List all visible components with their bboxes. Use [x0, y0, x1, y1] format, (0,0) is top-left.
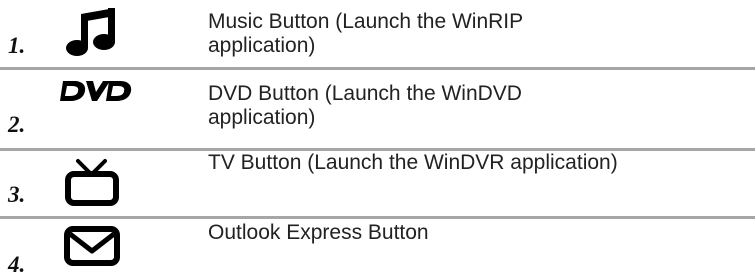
table-row-music: 1. Music Button (Launch the WinRIP appli… [0, 0, 755, 67]
dvd-logo-icon [60, 80, 132, 102]
table-row-tv: 3. TV Button (Launch the WinDVR applicat… [0, 151, 755, 216]
row-description: TV Button (Launch the WinDVR application… [208, 151, 618, 174]
row-number: 4. [8, 252, 26, 277]
row-description: Music Button (Launch the WinRIP applicat… [208, 10, 524, 57]
row-description: DVD Button (Launch the WinDVD applicatio… [208, 82, 522, 129]
table-row-dvd: 2. DVD Button (Launch the WinDVD applica… [0, 70, 755, 148]
table-row-outlook: 4. Outlook Express Button [0, 219, 755, 280]
row-number: 1. [8, 33, 26, 58]
row-number: 3. [8, 182, 26, 207]
row-number: 2. [8, 112, 26, 137]
tv-icon [64, 158, 120, 206]
envelope-icon [64, 226, 120, 266]
music-note-icon [66, 6, 120, 58]
button-reference-table: 1. Music Button (Launch the WinRIP appli… [0, 0, 755, 280]
row-description: Outlook Express Button [208, 221, 429, 244]
